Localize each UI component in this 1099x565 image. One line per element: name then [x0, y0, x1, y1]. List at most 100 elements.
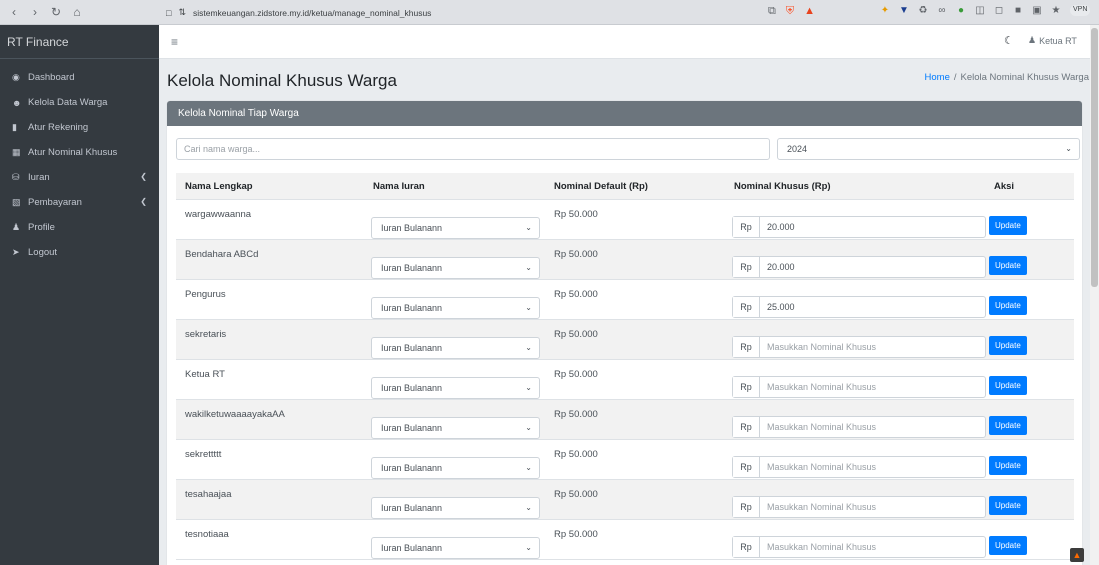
- extension-icon[interactable]: ◫: [975, 5, 985, 16]
- column-header: Nominal Default (Rp): [554, 180, 648, 192]
- sidebar-item-logout[interactable]: ➤ Logout: [0, 240, 159, 265]
- dark-mode-icon[interactable]: ☾: [1004, 34, 1014, 47]
- update-button[interactable]: Update: [989, 536, 1027, 555]
- table-row: tesahaajaa Iuran Bulanann ⌄ Rp 50.000 Rp Upda…: [176, 480, 1074, 520]
- brand-logo[interactable]: RT Finance: [0, 25, 159, 59]
- extension-icon[interactable]: ✦: [880, 5, 890, 16]
- nominal-default: Rp 50.000: [554, 289, 598, 300]
- site-info-icon[interactable]: ⇅: [178, 7, 186, 18]
- update-button[interactable]: Update: [989, 456, 1027, 475]
- scrollbar-thumb[interactable]: [1091, 28, 1098, 287]
- column-header: Nama Iuran: [373, 180, 425, 192]
- sidebar-item-kelola-data-warga[interactable]: ☻ Kelola Data Warga: [0, 90, 159, 115]
- nominal-khusus-input[interactable]: [760, 537, 985, 557]
- extension-icon[interactable]: ▼: [899, 5, 909, 16]
- update-button[interactable]: Update: [989, 496, 1027, 515]
- iuran-select[interactable]: Iuran Bulanann ⌄: [371, 497, 540, 519]
- iuran-select[interactable]: Iuran Bulanann ⌄: [371, 537, 540, 559]
- iuran-select-value: Iuran Bulanann: [381, 543, 443, 553]
- update-button[interactable]: Update: [989, 336, 1027, 355]
- year-select[interactable]: 2024 ⌄: [777, 138, 1080, 160]
- browser-toolbar: ‹ › ↻ ⌂ □ ⇅ sistemkeuangan.zidstore.my.i…: [0, 0, 1099, 25]
- calculator-icon: ▦: [12, 147, 21, 157]
- extension-icon[interactable]: ●: [956, 5, 966, 16]
- logout-icon: ➤: [12, 247, 20, 257]
- sidebar-toggle-icon[interactable]: ■: [1013, 5, 1023, 16]
- nominal-khusus-input[interactable]: [760, 337, 985, 357]
- currency-prefix: Rp: [733, 337, 760, 357]
- sidebar-item-iuran[interactable]: ⛁ Iuran ❮: [0, 165, 159, 190]
- year-select-value: 2024: [787, 144, 808, 154]
- iuran-select[interactable]: Iuran Bulanann ⌄: [371, 377, 540, 399]
- iuran-select[interactable]: Iuran Bulanann ⌄: [371, 297, 540, 319]
- nominal-khusus-group: Rp: [732, 336, 986, 358]
- rewards-icon[interactable]: ▲: [804, 5, 815, 18]
- dashboard-icon: ◉: [12, 72, 20, 82]
- tabs-icon[interactable]: ▣: [1032, 5, 1042, 16]
- iuran-select-value: Iuran Bulanann: [381, 303, 443, 313]
- iuran-select[interactable]: Iuran Bulanann ⌄: [371, 337, 540, 359]
- update-button[interactable]: Update: [989, 376, 1027, 395]
- nominal-khusus-input[interactable]: [760, 457, 985, 477]
- currency-prefix: Rp: [733, 417, 760, 437]
- vpn-badge[interactable]: VPN: [1070, 5, 1091, 16]
- sidebar-item-profile[interactable]: ♟ Profile: [0, 215, 159, 240]
- action-cell: Update: [985, 320, 1074, 359]
- resident-name: tesahaajaa: [185, 489, 232, 500]
- resident-name: wakilketuwaaaayakaAA: [185, 409, 285, 420]
- notification-icon[interactable]: ▲: [1070, 548, 1084, 562]
- nominal-khusus-group: Rp: [732, 536, 986, 558]
- column-header: Nominal Khusus (Rp): [734, 180, 831, 192]
- user-menu[interactable]: ♟ Ketua RT: [1028, 35, 1077, 46]
- nominal-khusus-input[interactable]: [760, 497, 985, 517]
- iuran-select[interactable]: Iuran Bulanann ⌄: [371, 257, 540, 279]
- nominal-khusus-input[interactable]: [760, 217, 985, 237]
- nominal-khusus-group: Rp: [732, 496, 986, 518]
- share-icon[interactable]: ⧉: [768, 5, 776, 18]
- chevron-down-icon: ⌄: [525, 383, 532, 392]
- iuran-select[interactable]: Iuran Bulanann ⌄: [371, 457, 540, 479]
- back-icon[interactable]: ‹: [8, 5, 20, 19]
- sidebar-item-atur-rekening[interactable]: ▮ Atur Rekening: [0, 115, 159, 140]
- iuran-select-value: Iuran Bulanann: [381, 223, 443, 233]
- browser-nav: ‹ › ↻ ⌂: [0, 5, 160, 19]
- update-button[interactable]: Update: [989, 256, 1027, 275]
- page-title: Kelola Nominal Khusus Warga: [167, 71, 397, 90]
- extension-icon[interactable]: ∞: [937, 5, 947, 16]
- users-icon: ☻: [12, 97, 22, 108]
- update-button[interactable]: Update: [989, 416, 1027, 435]
- action-cell: Update: [985, 400, 1074, 439]
- sidebar-item-dashboard[interactable]: ◉ Dashboard: [0, 65, 159, 90]
- nominal-khusus-input[interactable]: [760, 297, 985, 317]
- user-icon: ♟: [1028, 35, 1037, 45]
- nominal-khusus-input[interactable]: [760, 417, 985, 437]
- shield-icon[interactable]: ⛨: [786, 5, 794, 18]
- nominal-khusus-cell: Rp: [725, 200, 986, 239]
- iuran-select[interactable]: Iuran Bulanann ⌄: [371, 417, 540, 439]
- chevron-down-icon: ⌄: [525, 463, 532, 472]
- iuran-select[interactable]: Iuran Bulanann ⌄: [371, 217, 540, 239]
- extension-icon[interactable]: ♻: [918, 5, 928, 16]
- hamburger-icon[interactable]: ≡: [171, 35, 178, 49]
- sidebar-item-label: Logout: [28, 247, 58, 258]
- chevron-down-icon: ⌄: [525, 423, 532, 432]
- update-button[interactable]: Update: [989, 216, 1027, 235]
- page-scrollbar[interactable]: [1090, 25, 1099, 565]
- forward-icon[interactable]: ›: [29, 5, 41, 19]
- nominal-table: Nama Lengkap Nama Iuran Nominal Default …: [176, 173, 1074, 560]
- breadcrumb-home-link[interactable]: Home: [925, 72, 950, 83]
- iuran-cell: Iuran Bulanann ⌄: [364, 480, 545, 519]
- bookmarks-icon[interactable]: ★: [1051, 5, 1061, 16]
- nominal-khusus-input[interactable]: [760, 377, 985, 397]
- sidebar-item-atur-nominal-khusus[interactable]: ▦ Atur Nominal Khusus: [0, 140, 159, 165]
- home-icon[interactable]: ⌂: [71, 5, 83, 19]
- sidebar-item-pembayaran[interactable]: ▧ Pembayaran ❮: [0, 190, 159, 215]
- bookmark-icon[interactable]: □: [166, 8, 171, 18]
- address-bar[interactable]: □ ⇅ sistemkeuangan.zidstore.my.id/ketua/…: [160, 3, 720, 22]
- action-cell: Update: [985, 520, 1074, 559]
- reload-icon[interactable]: ↻: [50, 5, 62, 19]
- nominal-khusus-input[interactable]: [760, 257, 985, 277]
- search-input[interactable]: [176, 138, 770, 160]
- update-button[interactable]: Update: [989, 296, 1027, 315]
- extension-icon[interactable]: ◻: [994, 5, 1004, 16]
